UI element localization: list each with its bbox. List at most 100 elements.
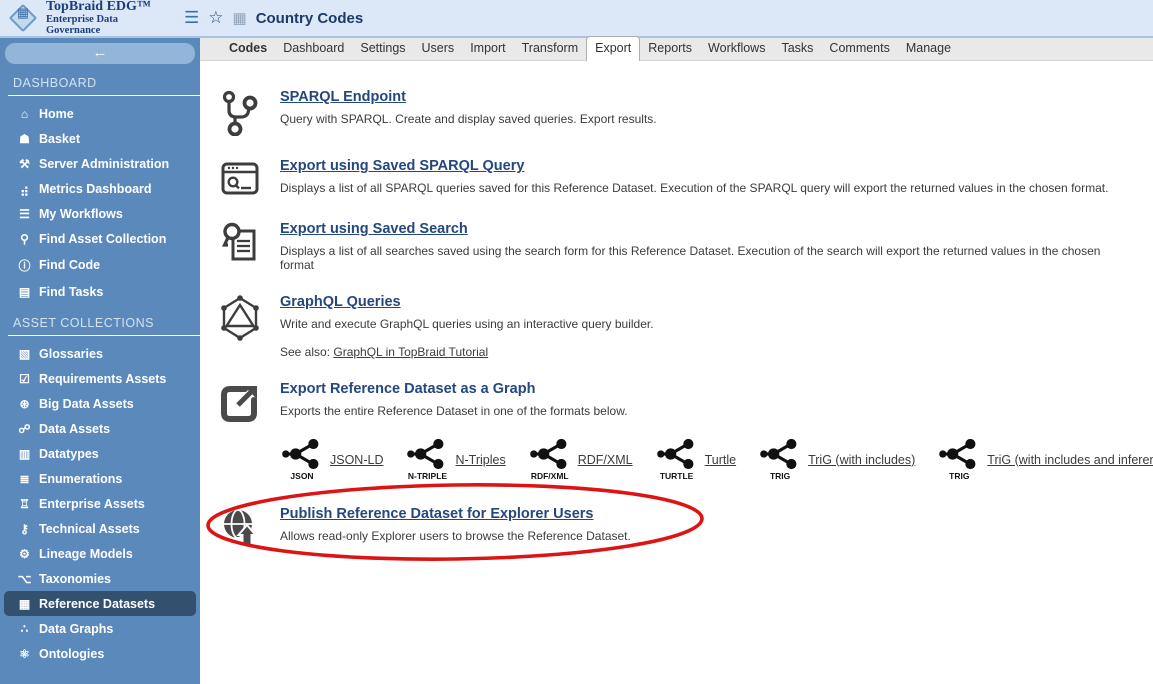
- sidebar: ← DASHBOARD ⌂ Home ☗ Basket ⚒ Server Adm…: [0, 38, 200, 684]
- search-icon: ⚲: [17, 232, 32, 246]
- tab-manage[interactable]: Manage: [898, 37, 959, 60]
- saved-search-icon: [212, 220, 268, 272]
- tasks-clipboard-icon: ▤: [17, 285, 32, 299]
- sidebar-item-metrics-dashboard[interactable]: ⣴ Metrics Dashboard: [4, 176, 196, 201]
- export-page-content: SPARQL Endpoint Query with SPARQL. Creat…: [200, 61, 1153, 549]
- saved-sparql-query-link[interactable]: Export using Saved SPARQL Query: [280, 158, 524, 174]
- section-publish: Publish Reference Dataset for Explorer U…: [212, 505, 1135, 549]
- sidebar-item-basket[interactable]: ☗ Basket: [4, 126, 196, 151]
- tab-export[interactable]: Export: [586, 36, 640, 61]
- export-graph-icon: [212, 380, 268, 424]
- export-format-json-ld: JSON JSON-LD: [282, 438, 383, 481]
- logo-title: TopBraid EDG™: [46, 0, 172, 14]
- publish-description: Allows read-only Explorer users to brows…: [280, 529, 631, 543]
- section-sparql-endpoint: SPARQL Endpoint Query with SPARQL. Creat…: [212, 88, 1135, 136]
- sparql-endpoint-link[interactable]: SPARQL Endpoint: [280, 89, 406, 105]
- sidebar-item-enterprise-assets[interactable]: ♖ Enterprise Assets: [4, 491, 196, 516]
- sidebar-collapse-button[interactable]: ←: [5, 43, 195, 64]
- graphql-tutorial-link[interactable]: GraphQL in TopBraid Tutorial: [333, 345, 488, 359]
- basket-icon: ☗: [17, 132, 32, 146]
- tab-workflows[interactable]: Workflows: [700, 37, 773, 60]
- export-format-trig-with-includes: TRIG TriG (with includes): [760, 438, 915, 481]
- saved-sparql-query-description: Displays a list of all SPARQL queries sa…: [280, 181, 1108, 195]
- sidebar-item-technical-assets[interactable]: ⚷ Technical Assets: [4, 516, 196, 541]
- tab-reports[interactable]: Reports: [640, 37, 700, 60]
- sidebar-item-server-administration[interactable]: ⚒ Server Administration: [4, 151, 196, 176]
- section-saved-sparql-query: Export using Saved SPARQL Query Displays…: [212, 157, 1135, 199]
- tab-import[interactable]: Import: [462, 37, 513, 60]
- sidebar-item-data-graphs[interactable]: ∴ Data Graphs: [4, 616, 196, 641]
- glossary-icon: ▧: [17, 347, 32, 361]
- sidebar-item-glossaries[interactable]: ▧ Glossaries: [4, 341, 196, 366]
- graphql-queries-link[interactable]: GraphQL Queries: [280, 294, 401, 310]
- sidebar-item-lineage-models[interactable]: ⚙ Lineage Models: [4, 541, 196, 566]
- graphql-icon: [212, 293, 268, 359]
- sidebar-item-big-data-assets[interactable]: ⊛ Big Data Assets: [4, 391, 196, 416]
- share-nodes-icon: ∴: [17, 622, 32, 636]
- graphql-description: Write and execute GraphQL queries using …: [280, 317, 654, 331]
- logo-diamond-icon: ▦: [8, 3, 38, 33]
- tab-dashboard[interactable]: Dashboard: [275, 37, 352, 60]
- tab-users[interactable]: Users: [414, 37, 463, 60]
- tab-transform[interactable]: Transform: [514, 37, 587, 60]
- rdf-graph-icon: TRIG: [760, 438, 800, 481]
- sidebar-item-enumerations[interactable]: ≣ Enumerations: [4, 466, 196, 491]
- collection-type-grid-icon: ▦: [233, 9, 247, 27]
- sidebar-item-my-workflows[interactable]: ☰ My Workflows: [4, 201, 196, 226]
- publish-globe-icon: [212, 505, 268, 549]
- ontology-atom-icon: ⚛: [17, 647, 32, 661]
- sidebar-item-ontologies[interactable]: ⚛ Ontologies: [4, 641, 196, 666]
- workflow-list-icon: ☰: [17, 207, 32, 221]
- sidebar-item-find-asset-collection[interactable]: ⚲ Find Asset Collection: [4, 226, 196, 251]
- rdf-graph-icon: N-TRIPLE: [407, 438, 447, 481]
- tab-comments[interactable]: Comments: [821, 37, 897, 60]
- rdf-graph-icon: TURTLE: [657, 438, 697, 481]
- sidebar-section-dashboard: DASHBOARD: [8, 76, 200, 96]
- technical-key-icon: ⚷: [17, 522, 32, 536]
- saved-sparql-query-icon: [212, 157, 268, 199]
- sidebar-item-requirements-assets[interactable]: ☑ Requirements Assets: [4, 366, 196, 391]
- datatype-doc-icon: ▥: [17, 447, 32, 461]
- favorite-star-icon[interactable]: ☆: [208, 8, 223, 28]
- enterprise-icon: ♖: [17, 497, 32, 511]
- check-circle-icon: ☑: [17, 372, 32, 386]
- big-data-icon: ⊛: [17, 397, 32, 411]
- section-graphql: GraphQL Queries Write and execute GraphQ…: [212, 293, 1135, 359]
- sparql-endpoint-description: Query with SPARQL. Create and display sa…: [280, 112, 657, 126]
- wrench-icon: ⚒: [17, 157, 32, 171]
- sidebar-section-asset-collections: ASSET COLLECTIONS: [8, 316, 200, 336]
- sidebar-item-find-tasks[interactable]: ▤ Find Tasks: [4, 279, 196, 304]
- export-format-rdf-xml: RDF/XML RDF/XML: [530, 438, 633, 481]
- logo-subtitle: Enterprise Data Governance: [46, 14, 172, 36]
- sidebar-item-data-assets[interactable]: ☍ Data Assets: [4, 416, 196, 441]
- rdf-graph-icon: JSON: [282, 438, 322, 481]
- gear-icon: ⚙: [17, 547, 32, 561]
- sidebar-item-datatypes[interactable]: ▥ Datatypes: [4, 441, 196, 466]
- tab-settings[interactable]: Settings: [352, 37, 413, 60]
- data-assets-icon: ☍: [17, 422, 32, 436]
- taxonomy-tree-icon: ⌥: [17, 572, 32, 586]
- tab-codes[interactable]: Codes: [221, 37, 275, 60]
- saved-search-link[interactable]: Export using Saved Search: [280, 221, 468, 237]
- topbraid-edg-window: ▦ TopBraid EDG™ Enterprise Data Governan…: [0, 0, 1153, 684]
- export-format-trig-with-includes-and-inferences: TRIG TriG (with includes and inferences): [939, 438, 1153, 481]
- enumeration-list-icon: ≣: [17, 472, 32, 486]
- rdf-graph-icon: RDF/XML: [530, 438, 570, 481]
- saved-search-description: Displays a list of all searches saved us…: [280, 244, 1135, 272]
- tab-tasks[interactable]: Tasks: [773, 37, 821, 60]
- sidebar-item-find-code[interactable]: ⓘ Find Code: [4, 251, 196, 279]
- tab-bar: Codes Dashboard Settings Users Import: [200, 38, 1153, 61]
- export-graph-title: Export Reference Dataset as a Graph: [280, 381, 535, 397]
- export-graph-description: Exports the entire Reference Dataset in …: [280, 404, 628, 418]
- hamburger-menu-icon[interactable]: ☰: [184, 8, 199, 28]
- sparql-endpoint-icon: [212, 88, 268, 136]
- sidebar-item-taxonomies[interactable]: ⌥ Taxonomies: [4, 566, 196, 591]
- sidebar-item-home[interactable]: ⌂ Home: [4, 101, 196, 126]
- export-formats-row: JSON JSON-LD: [282, 438, 1135, 481]
- export-format-turtle: TURTLE Turtle: [657, 438, 737, 481]
- home-icon: ⌂: [17, 107, 32, 121]
- sidebar-item-reference-datasets[interactable]: ▦ Reference Datasets: [4, 591, 196, 616]
- rdf-graph-icon: TRIG: [939, 438, 979, 481]
- info-circle-icon: ⓘ: [17, 257, 32, 274]
- publish-reference-dataset-link[interactable]: Publish Reference Dataset for Explorer U…: [280, 506, 593, 522]
